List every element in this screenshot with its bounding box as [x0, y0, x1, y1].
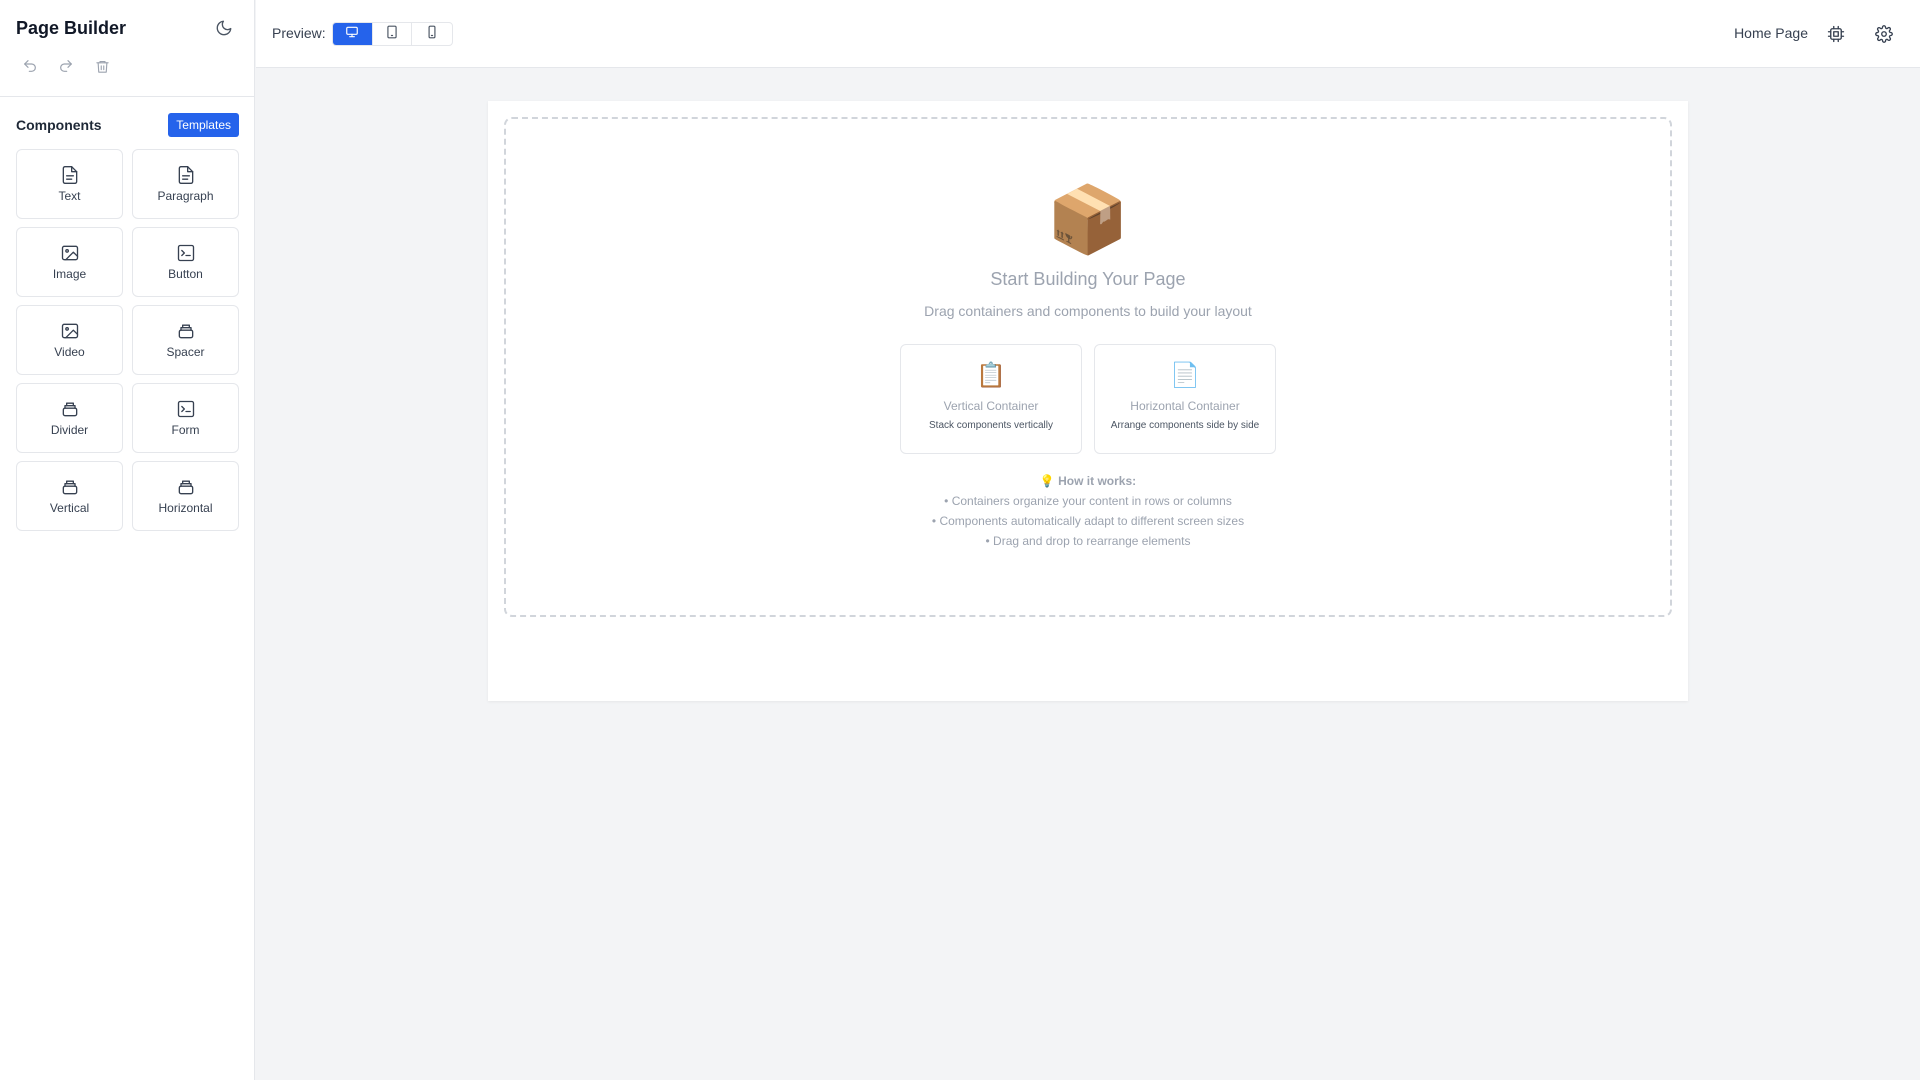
- page-canvas: 📦 Start Building Your Page Drag containe…: [488, 101, 1688, 701]
- components-grid: Text Paragraph Image Button Video Spacer…: [16, 149, 239, 531]
- component-label: Spacer: [166, 345, 205, 359]
- component-video[interactable]: Video: [16, 305, 123, 375]
- component-image[interactable]: Image: [16, 227, 123, 297]
- trash-icon[interactable]: [92, 56, 112, 76]
- top-toolbar: Preview: Home Page: [256, 0, 1920, 68]
- components-heading: Components: [16, 117, 102, 133]
- card-description: Stack components vertically: [929, 420, 1053, 431]
- container-options: 📋 Vertical Container Stack components ve…: [900, 344, 1276, 454]
- preview-label: Preview:: [272, 25, 326, 41]
- component-horizontal[interactable]: Horizontal: [132, 461, 239, 531]
- card-description: Arrange components side by side: [1110, 420, 1260, 431]
- how-it-works-item: • Containers organize your content in ro…: [944, 494, 1232, 508]
- component-label: Paragraph: [157, 189, 214, 203]
- moon-icon[interactable]: [214, 18, 234, 38]
- component-label: Button: [168, 267, 203, 281]
- undo-icon[interactable]: [20, 56, 40, 76]
- sidebar-header: Page Builder: [0, 0, 254, 97]
- component-text[interactable]: Text: [16, 149, 123, 219]
- drop-zone[interactable]: 📦 Start Building Your Page Drag containe…: [504, 117, 1672, 617]
- layers-icon: [176, 477, 196, 497]
- page-icon: 📄: [1170, 362, 1200, 389]
- layers-icon: [176, 321, 196, 341]
- component-label: Image: [52, 267, 87, 281]
- card-title: Vertical Container: [943, 399, 1039, 413]
- how-it-works-title: 💡 How it works:: [1039, 474, 1137, 488]
- component-divider[interactable]: Divider: [16, 383, 123, 453]
- terminal-square-icon: [176, 399, 196, 419]
- desktop-preview-button[interactable]: [333, 23, 373, 45]
- component-form[interactable]: Form: [132, 383, 239, 453]
- mobile-icon: [425, 25, 439, 44]
- layers-icon: [60, 399, 80, 419]
- gear-icon[interactable]: [1874, 24, 1894, 44]
- tablet-icon: [385, 25, 399, 44]
- image-icon: [60, 321, 80, 341]
- component-label: Vertical: [49, 501, 90, 515]
- mobile-preview-button[interactable]: [412, 23, 452, 45]
- redo-icon[interactable]: [56, 56, 76, 76]
- terminal-square-icon: [176, 243, 196, 263]
- how-it-works-item: • Components automatically adapt to diff…: [931, 514, 1245, 528]
- package-icon: 📦: [1046, 182, 1130, 256]
- how-it-works-item: • Drag and drop to rearrange elements: [985, 534, 1191, 548]
- tablet-preview-button[interactable]: [373, 23, 413, 45]
- empty-state-subtitle: Drag containers and components to build …: [924, 303, 1252, 319]
- app-title: Page Builder: [16, 18, 127, 38]
- component-spacer[interactable]: Spacer: [132, 305, 239, 375]
- component-label: Horizontal: [158, 501, 213, 515]
- component-paragraph[interactable]: Paragraph: [132, 149, 239, 219]
- card-title: Horizontal Container: [1130, 399, 1240, 413]
- desktop-icon: [345, 25, 359, 44]
- file-text-icon: [60, 165, 80, 185]
- components-header: Components Templates: [16, 113, 239, 137]
- component-label: Divider: [50, 423, 89, 437]
- empty-state-title: Start Building Your Page: [990, 269, 1186, 289]
- component-label: Form: [171, 423, 200, 437]
- file-text-icon: [176, 165, 196, 185]
- component-label: Text: [58, 189, 81, 203]
- horizontal-container-card[interactable]: 📄 Horizontal Container Arrange component…: [1094, 344, 1276, 454]
- component-vertical[interactable]: Vertical: [16, 461, 123, 531]
- cpu-icon[interactable]: [1826, 24, 1846, 44]
- clipboard-icon: 📋: [976, 362, 1006, 389]
- device-preview-switcher: [332, 22, 453, 46]
- sidebar: Page Builder Components Templates Text P…: [0, 0, 255, 1080]
- vertical-container-card[interactable]: 📋 Vertical Container Stack components ve…: [900, 344, 1082, 454]
- templates-button[interactable]: Templates: [168, 113, 239, 137]
- component-label: Video: [54, 345, 85, 359]
- image-icon: [60, 243, 80, 263]
- page-name[interactable]: Home Page: [1734, 25, 1808, 41]
- layers-icon: [60, 477, 80, 497]
- how-it-works: 💡 How it works: • Containers organize yo…: [506, 471, 1670, 551]
- component-button[interactable]: Button: [132, 227, 239, 297]
